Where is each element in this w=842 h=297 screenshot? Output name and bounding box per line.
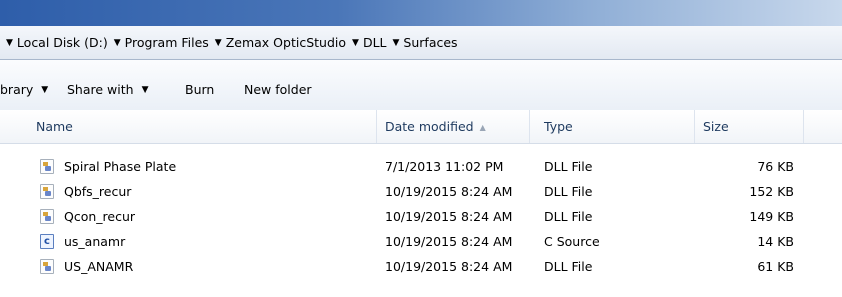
column-header-row: Name Date modified ▲ Type Size [0, 110, 842, 144]
column-header-label: Size [703, 119, 729, 134]
breadcrumb-label: Surfaces [403, 35, 458, 50]
file-date: 10/19/2015 8:24 AM [385, 184, 513, 199]
file-date: 7/1/2013 11:02 PM [385, 159, 504, 174]
dll-file-icon [40, 159, 54, 174]
window-titlebar [0, 0, 842, 26]
column-header-label: Type [544, 119, 573, 134]
file-name: US_ANAMR [64, 259, 134, 274]
chevron-down-icon[interactable]: ▼ [352, 38, 359, 48]
file-name: Qcon_recur [64, 209, 136, 224]
file-type: DLL File [544, 159, 593, 174]
file-type: DLL File [544, 259, 593, 274]
dll-file-icon [40, 259, 54, 274]
file-date: 10/19/2015 8:24 AM [385, 209, 513, 224]
chevron-down-icon: ▼ [41, 84, 49, 95]
file-row[interactable]: Qcon_recur 10/19/2015 8:24 AM DLL File 1… [0, 204, 842, 229]
burn-label: Burn [185, 82, 215, 97]
breadcrumb-program-files[interactable]: ▼ Program Files [114, 35, 209, 50]
chevron-down-icon: ▼ [141, 84, 149, 95]
file-name: us_anamr [64, 234, 126, 249]
file-size: 152 KB [749, 184, 794, 199]
file-name: Spiral Phase Plate [64, 159, 177, 174]
column-header-label: Date modified [385, 119, 474, 134]
breadcrumb-label: Zemax OpticStudio [225, 35, 347, 50]
file-row[interactable]: Spiral Phase Plate 7/1/2013 11:02 PM DLL… [0, 154, 842, 179]
file-date: 10/19/2015 8:24 AM [385, 259, 513, 274]
column-header-label: Name [36, 119, 73, 134]
file-size: 149 KB [749, 209, 794, 224]
chevron-down-icon[interactable]: ▼ [6, 38, 13, 48]
sort-ascending-icon: ▲ [479, 123, 486, 132]
c-source-icon: c [40, 234, 54, 249]
file-row[interactable]: c us_anamr 10/19/2015 8:24 AM C Source 1… [0, 229, 842, 254]
file-date: 10/19/2015 8:24 AM [385, 234, 513, 249]
file-size: 14 KB [757, 234, 794, 249]
library-label: brary [0, 82, 34, 97]
share-with-button[interactable]: Share with ▼ [67, 82, 149, 97]
file-size: 61 KB [757, 259, 794, 274]
new-folder-label: New folder [244, 82, 312, 97]
column-header-type[interactable]: Type [530, 110, 695, 143]
file-size: 76 KB [757, 159, 794, 174]
file-type: DLL File [544, 184, 593, 199]
new-folder-button[interactable]: New folder [244, 82, 312, 97]
include-in-library-button[interactable]: brary ▼ [0, 82, 48, 97]
chevron-down-icon[interactable]: ▼ [393, 38, 400, 48]
file-type: DLL File [544, 209, 593, 224]
breadcrumb-label: Local Disk (D:) [16, 35, 108, 50]
file-name: Qbfs_recur [64, 184, 132, 199]
column-header-size[interactable]: Size [695, 110, 804, 143]
file-row[interactable]: US_ANAMR 10/19/2015 8:24 AM DLL File 61 … [0, 254, 842, 279]
burn-button[interactable]: Burn [185, 82, 214, 97]
file-row[interactable]: Qbfs_recur 10/19/2015 8:24 AM DLL File 1… [0, 179, 842, 204]
file-type: C Source [544, 234, 600, 249]
breadcrumb-dll[interactable]: ▼ DLL [352, 35, 386, 50]
dll-file-icon [40, 184, 54, 199]
breadcrumb-surfaces[interactable]: ▼ Surfaces [393, 35, 458, 50]
breadcrumb-zemax[interactable]: ▼ Zemax OpticStudio [215, 35, 346, 50]
column-header-name[interactable]: Name [12, 110, 377, 143]
dll-file-icon [40, 209, 54, 224]
breadcrumb: ▼ Local Disk (D:) ▼ Program Files ▼ Zemax O… [6, 35, 464, 50]
share-label: Share with [67, 82, 134, 97]
chevron-down-icon[interactable]: ▼ [215, 38, 222, 48]
address-bar[interactable]: ▼ Local Disk (D:) ▼ Program Files ▼ Zemax O… [0, 26, 842, 60]
column-header-date[interactable]: Date modified ▲ [377, 110, 530, 143]
breadcrumb-local-disk[interactable]: ▼ Local Disk (D:) [6, 35, 108, 50]
breadcrumb-label: DLL [362, 35, 387, 50]
chevron-down-icon[interactable]: ▼ [114, 38, 121, 48]
breadcrumb-label: Program Files [124, 35, 209, 50]
